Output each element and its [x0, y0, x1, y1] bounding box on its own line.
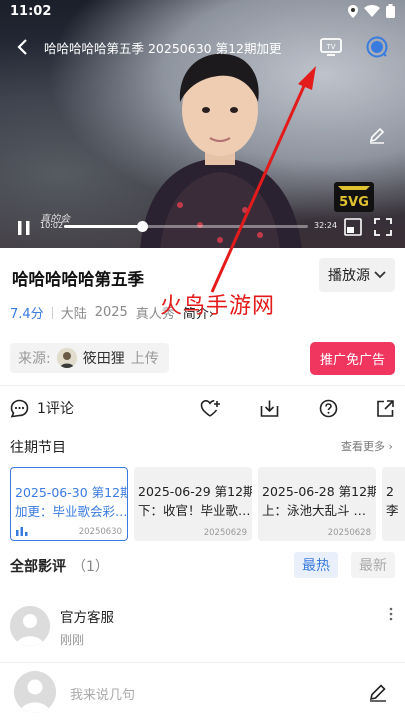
comment-input[interactable]: 我来说几句 [70, 684, 135, 703]
commenter-avatar[interactable] [10, 606, 50, 646]
see-more-link[interactable]: 查看更多 › [341, 438, 393, 454]
show-score: 7.4分 [10, 307, 44, 322]
episode-code: 20250629 [203, 528, 247, 538]
episode-code: 20250628 [327, 528, 371, 538]
download-button[interactable] [260, 395, 279, 421]
see-more-label: 查看更多 [341, 440, 385, 453]
past-episodes-header: 往期节目 [10, 440, 66, 456]
episode-title-line: 加更：毕业歌会彩… [15, 504, 128, 519]
help-button[interactable] [319, 395, 338, 421]
episode-date-line: 2025-06-29 第12期 [138, 484, 252, 499]
download-icon [260, 400, 279, 417]
heart-plus-icon [200, 399, 220, 417]
episode-card[interactable]: 2025-06-30 第12期 加更：毕业歌会彩… 20250630 [10, 467, 128, 541]
episode-list: 2025-06-30 第12期 加更：毕业歌会彩… 20250630 2025-06-… [10, 467, 405, 541]
vip-button[interactable] [364, 34, 390, 60]
episode-code: 20250630 [78, 527, 122, 537]
play-source-label: 播放源 [328, 268, 370, 284]
episode-date-line: 2 [386, 484, 394, 499]
meta-divider [51, 306, 53, 319]
commenter-name[interactable]: 官方客服 [60, 606, 114, 626]
section-divider [0, 385, 405, 386]
comment-time: 刚刚 [60, 633, 85, 647]
episode-card[interactable]: 2025-06-29 第12期 下：收官！毕业歌… 20250629 [134, 467, 252, 541]
progress-knob[interactable] [137, 221, 149, 232]
comment-icon [10, 399, 29, 417]
pause-button[interactable] [14, 218, 34, 238]
app-root: 11:02 哈哈哈哈哈第五季 20250630 第12期加更 TV 5VG 真的… [0, 0, 405, 720]
pen-icon [369, 127, 385, 144]
location-icon [348, 4, 358, 18]
video-top-bar: 哈哈哈哈哈第五季 20250630 第12期加更 TV [0, 30, 405, 64]
chevron-down-icon [374, 271, 386, 279]
back-arrow-icon [17, 39, 27, 55]
vip-icon [366, 36, 388, 58]
upload-label: 上传 [130, 351, 159, 367]
episode-card[interactable]: 2李 [382, 467, 405, 541]
share-button[interactable] [376, 395, 395, 421]
picture-in-picture-button[interactable] [344, 218, 362, 236]
comment-count: 1评论 [37, 401, 74, 417]
fullscreen-button[interactable] [374, 218, 392, 236]
show-title: 哈哈哈哈哈第五季 [12, 270, 144, 289]
progress-fill [64, 225, 143, 228]
svg-text:TV: TV [325, 43, 335, 51]
comment-button[interactable]: 1评论 [10, 395, 74, 421]
more-vertical-icon[interactable] [386, 606, 396, 622]
progress-slider[interactable] [64, 221, 308, 232]
my-avatar [14, 671, 56, 713]
episode-title-line: 下：收官！毕业歌… [138, 503, 251, 518]
current-time: 10:02 [40, 221, 64, 230]
uploader-name: 筱田狸 [82, 351, 125, 367]
source-from-label: 来源: [18, 351, 51, 367]
action-bar: 1评论 [0, 395, 405, 421]
play-source-button[interactable]: 播放源 [319, 258, 395, 292]
cast-tv-button[interactable]: TV [318, 34, 344, 60]
episode-date-line: 2025-06-30 第12期 [15, 485, 128, 500]
favorite-button[interactable] [200, 395, 221, 421]
sort-new-tab[interactable]: 最新 [351, 552, 395, 578]
video-controls: 真的会 10:02 32:24 [0, 208, 405, 248]
show-year: 2025 [94, 305, 128, 320]
show-region: 大陆 [60, 307, 87, 322]
sort-hot-tab[interactable]: 最热 [294, 552, 338, 578]
episode-card[interactable]: 2025-06-28 第12期 上：泳池大乱斗 … 20250628 [258, 467, 376, 541]
video-player[interactable]: 11:02 哈哈哈哈哈第五季 20250630 第12期加更 TV 5VG 真的… [0, 0, 405, 248]
promo-no-ads-button[interactable]: 推广免广告 [310, 342, 395, 375]
status-bar: 11:02 [0, 0, 405, 22]
total-time: 32:24 [314, 221, 338, 230]
playing-bars-icon [16, 527, 28, 536]
wifi-icon [364, 5, 380, 17]
write-comment-icon[interactable] [368, 682, 388, 702]
episode-title-line: 李 [386, 503, 399, 518]
reviews-header: 全部影评 （1） [10, 556, 109, 576]
tv-icon: TV [320, 38, 342, 56]
video-title: 哈哈哈哈哈第五季 20250630 第12期加更 [44, 40, 282, 56]
comment-item: 官方客服 刚刚 [0, 596, 405, 660]
reviews-count: （1） [72, 559, 109, 575]
share-icon [377, 399, 394, 417]
episode-date-line: 2025-06-28 第12期 [262, 484, 376, 499]
comment-input-bar: 我来说几句 [0, 662, 405, 720]
watermark-text: 火鸟手游网 [160, 294, 276, 319]
episode-title-line: 上：泳池大乱斗 … [262, 503, 366, 518]
status-icons [348, 4, 395, 18]
uploader-chip[interactable]: 来源: 筱田狸 上传 [10, 343, 169, 373]
question-icon [319, 399, 338, 417]
reviews-title: 全部影评 [10, 559, 66, 575]
battery-icon [386, 4, 395, 18]
uploader-avatar [56, 348, 77, 368]
danmaku-edit-button[interactable] [364, 122, 390, 148]
status-time: 11:02 [10, 3, 52, 19]
back-button[interactable] [0, 30, 44, 64]
